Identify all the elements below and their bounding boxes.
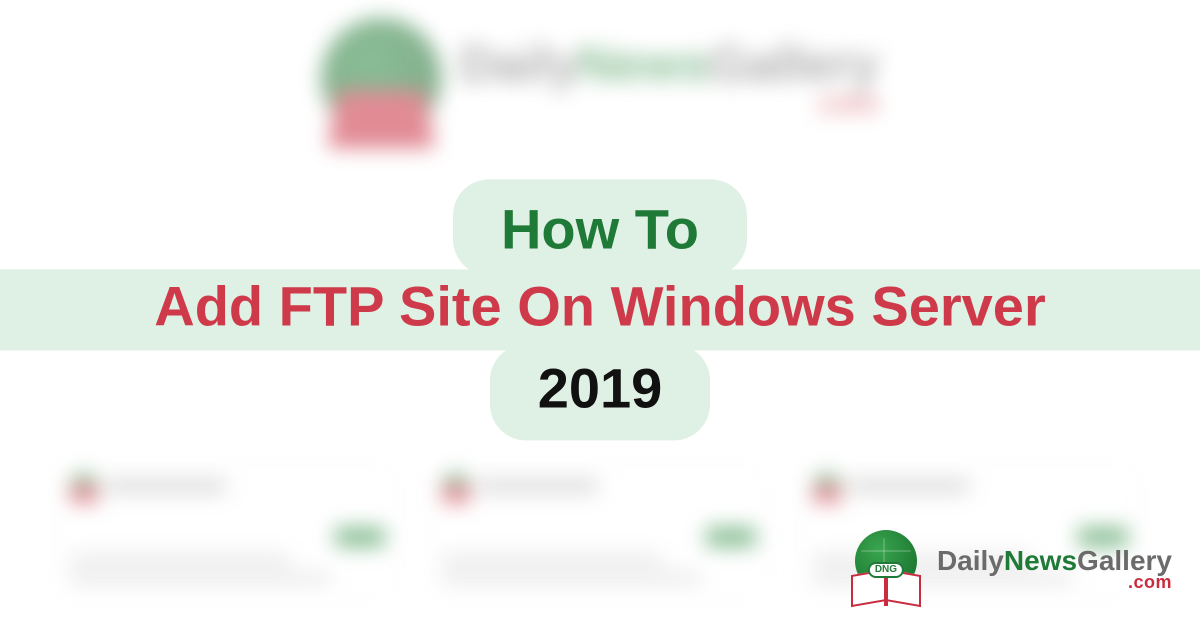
title-band: Add FTP Site On Windows Server	[0, 269, 1200, 350]
brand-word-daily: Daily	[937, 545, 1004, 576]
brand-logo: DNG DailyNewsGallery .com	[847, 530, 1172, 608]
brand-word-news: News	[1004, 545, 1077, 576]
title-pill-top: How To	[453, 179, 747, 275]
title-line-1: How To	[501, 201, 699, 257]
title-pill-bottom: 2019	[490, 344, 711, 440]
book-icon	[70, 485, 98, 503]
book-icon	[813, 485, 841, 503]
title-line-2: Add FTP Site On Windows Server	[0, 277, 1200, 336]
brand-name: DailyNewsGallery	[937, 547, 1172, 575]
bg-header-brand-text: DailyNewsGallery .com	[459, 39, 879, 117]
book-icon	[442, 485, 470, 503]
book-icon	[327, 90, 436, 148]
bg-card	[432, 465, 769, 595]
logo-mark: DNG	[847, 530, 925, 608]
logo-text: DailyNewsGallery .com	[937, 547, 1172, 591]
bg-header-logo: DailyNewsGallery .com	[321, 18, 879, 138]
book-icon: DNG	[847, 566, 925, 608]
bg-card	[60, 465, 397, 595]
title-card: How To Add FTP Site On Windows Server 20…	[0, 179, 1200, 440]
title-line-3: 2019	[538, 360, 663, 416]
logo-badge: DNG	[868, 562, 904, 578]
